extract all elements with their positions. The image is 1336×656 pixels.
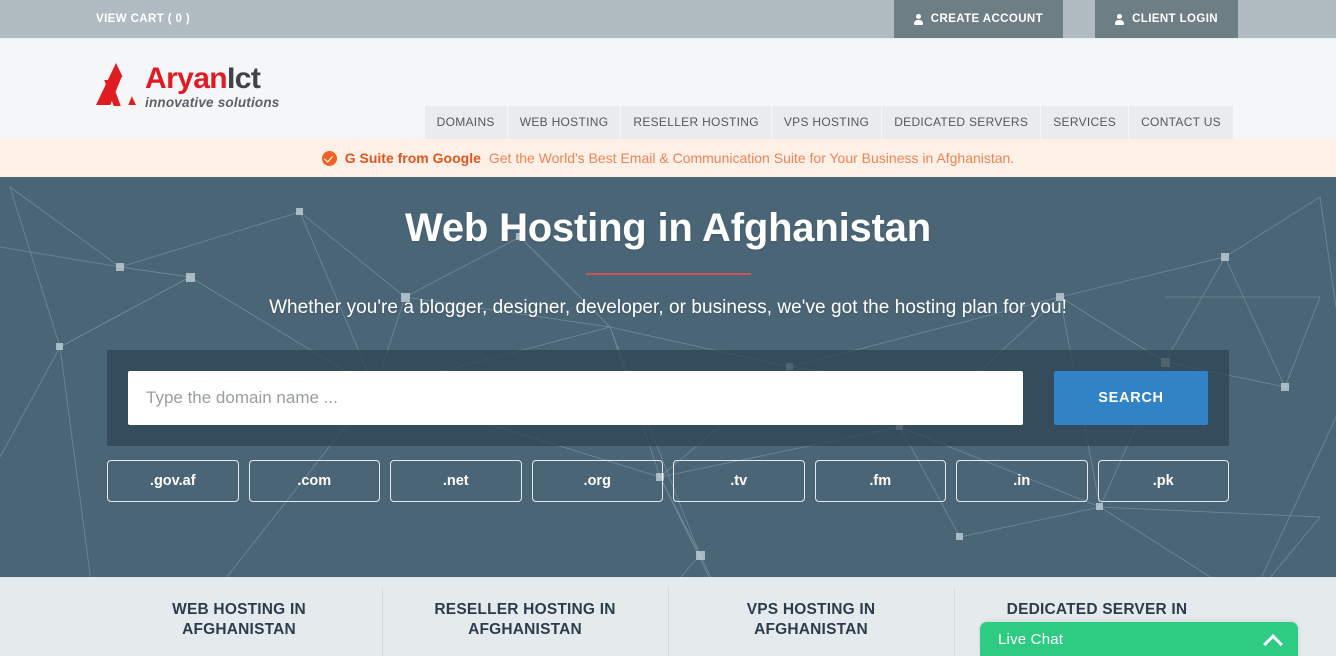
top-bar-left: VIEW CART ( 0 ) [0,0,190,38]
tld-chip-in[interactable]: .in [956,460,1088,502]
page-title: Web Hosting in Afghanistan [405,206,931,250]
feature-web-hosting[interactable]: WEB HOSTING IN AFGHANISTAN [96,578,382,656]
logo-title: AryanIct [145,64,280,94]
logo-mark-icon [96,63,140,106]
view-cart-link[interactable]: VIEW CART ( 0 ) [96,13,190,25]
hero-subtitle: Whether you're a blogger, designer, deve… [269,297,1067,318]
feature-vps-hosting[interactable]: VPS HOSTING IN AFGHANISTAN [668,578,954,656]
feature-title: VPS HOSTING IN AFGHANISTAN [746,601,876,638]
nav-item-domains[interactable]: DOMAINS [424,106,507,139]
title-divider [585,273,751,275]
tld-chip-tv[interactable]: .tv [673,460,805,502]
feature-title: DEDICATED SERVER IN [1006,601,1188,618]
nav-item-contact-us[interactable]: CONTACT US [1129,106,1233,139]
nav-item-reseller-hosting[interactable]: RESELLER HOSTING [621,106,771,139]
tld-chip-pk[interactable]: .pk [1097,460,1229,502]
hero-section: Web Hosting in Afghanistan Whether you'r… [0,177,1336,577]
domain-search-input[interactable] [128,371,1023,425]
feature-reseller-hosting[interactable]: RESELLER HOSTING IN AFGHANISTAN [382,578,668,656]
create-account-button[interactable]: CREATE ACCOUNT [893,0,1064,38]
logo-text: AryanIct innovative solutions [145,63,280,111]
live-chat-label: Live Chat [998,630,1064,648]
nav-item-services[interactable]: SERVICES [1041,106,1129,139]
top-bar-right: CREATE ACCOUNT CLIENT LOGIN [893,0,1336,38]
banner-headline: G Suite from Google [344,150,481,166]
nav-item-dedicated-servers[interactable]: DEDICATED SERVERS [882,106,1041,139]
logo-name-secondary: Ict [227,62,261,95]
nav-item-web-hosting[interactable]: WEB HOSTING [507,106,621,139]
tld-chip-org[interactable]: .org [531,460,663,502]
banner-description: Get the World's Best Email & Communicati… [488,150,1015,166]
client-login-button[interactable]: CLIENT LOGIN [1095,0,1238,38]
site-logo[interactable]: AryanIct innovative solutions [96,63,280,110]
feature-columns: WEB HOSTING IN AFGHANISTAN RESELLER HOST… [0,577,1336,656]
chevron-up-icon[interactable] [1265,632,1280,647]
nav-item-vps-hosting[interactable]: VPS HOSTING [771,106,882,139]
client-login-label: CLIENT LOGIN [1132,13,1218,25]
feature-title: RESELLER HOSTING IN AFGHANISTAN [434,601,616,638]
user-icon [913,13,923,25]
tld-chip-com[interactable]: .com [248,460,380,502]
logo-name-primary: Aryan [145,62,228,95]
create-account-label: CREATE ACCOUNT [930,13,1044,25]
domain-search-panel: SEARCH [107,350,1229,446]
tld-chip-gov-af[interactable]: .gov.af [107,460,239,502]
top-utility-bar: VIEW CART ( 0 ) CREATE ACCOUNT CLIENT LO… [0,0,1336,38]
feature-title: WEB HOSTING IN AFGHANISTAN [172,601,306,638]
site-header: AryanIct innovative solutions DOMAINS WE… [0,38,1336,139]
main-navigation: DOMAINS WEB HOSTING RESELLER HOSTING VPS… [424,106,1336,139]
user-icon [1115,13,1125,25]
check-circle-icon [321,150,337,166]
logo-tagline: innovative solutions [145,95,280,110]
hero-content: Web Hosting in Afghanistan Whether you'r… [0,177,1336,502]
domain-search-button[interactable]: SEARCH [1054,371,1208,425]
tld-chip-fm[interactable]: .fm [814,460,946,502]
gsuite-promo-banner[interactable]: G Suite from Google Get the World's Best… [0,139,1336,177]
live-chat-widget[interactable]: Live Chat [980,622,1298,656]
tld-chip-list: .gov.af .com .net .org .tv .fm .in .pk [107,460,1229,502]
tld-chip-net[interactable]: .net [390,460,522,502]
